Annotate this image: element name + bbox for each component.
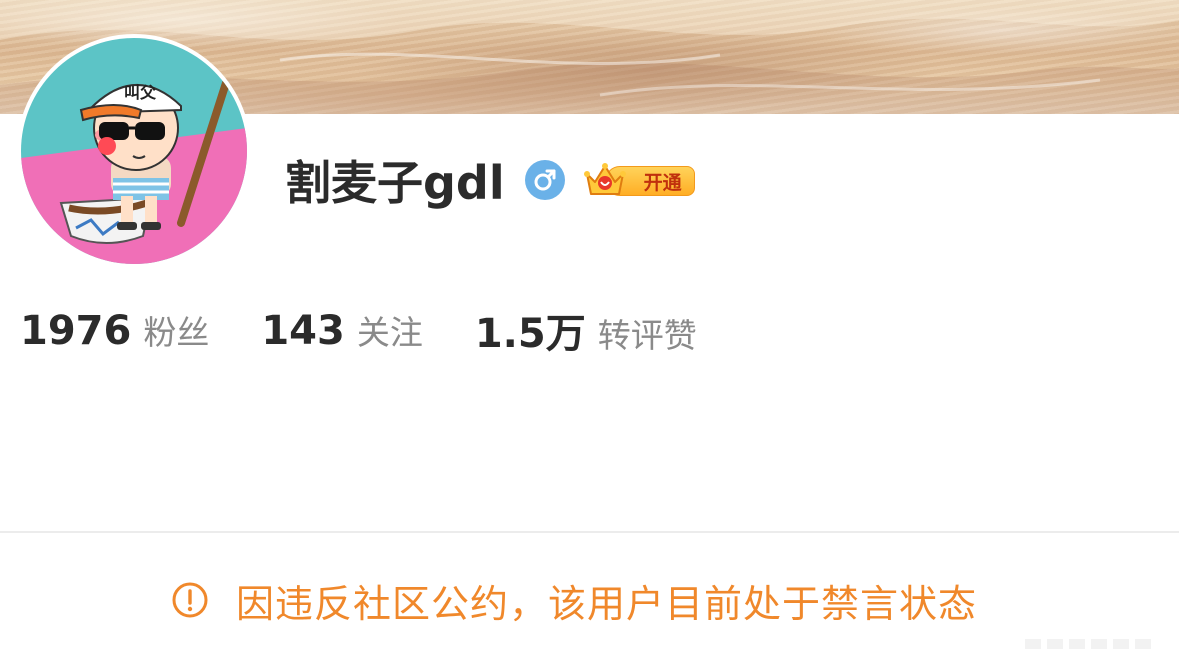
- crown-icon: [583, 163, 626, 195]
- stat-reposts-comments-likes: 1.5万 转评赞: [475, 301, 697, 359]
- profile-stats: 1976 粉丝 143 关注 1.5万 转评赞: [20, 300, 749, 360]
- male-symbol-icon: [524, 160, 565, 200]
- avatar[interactable]: 叫父: [17, 34, 251, 268]
- section-divider: [0, 531, 1179, 533]
- name-row: 割麦子gdl 开通: [285, 150, 695, 210]
- notice-text: 因违反社区公约，该用户目前处于禁言状态: [236, 581, 978, 626]
- stat-value: 1.5万: [474, 311, 586, 357]
- muted-notice: 因违反社区公约，该用户目前处于禁言状态: [170, 570, 977, 630]
- vip-badge-label: 开通: [643, 171, 682, 194]
- stat-followers[interactable]: 1976 粉丝: [20, 306, 209, 354]
- profile-page: 叫父 割麦子gdl 开通 1976 粉丝 143 关注 1.5万 转评赞 因违反…: [0, 0, 1179, 663]
- username: 割麦子gdl: [285, 156, 505, 210]
- stat-value: 1976: [20, 308, 132, 354]
- stat-label: 转评赞: [597, 316, 697, 355]
- exclamation-circle-icon: [172, 582, 208, 618]
- stat-following[interactable]: 143 关注: [261, 306, 423, 354]
- stat-value: 143: [261, 308, 345, 354]
- vip-open-button[interactable]: 开通: [583, 160, 695, 200]
- cartoon-boy-avatar-illustration: 叫父: [21, 38, 247, 264]
- watermark-dots: [1025, 639, 1151, 649]
- stat-label: 粉丝: [143, 313, 210, 352]
- avatar-cap-text: 叫父: [124, 83, 157, 102]
- stat-label: 关注: [356, 313, 423, 352]
